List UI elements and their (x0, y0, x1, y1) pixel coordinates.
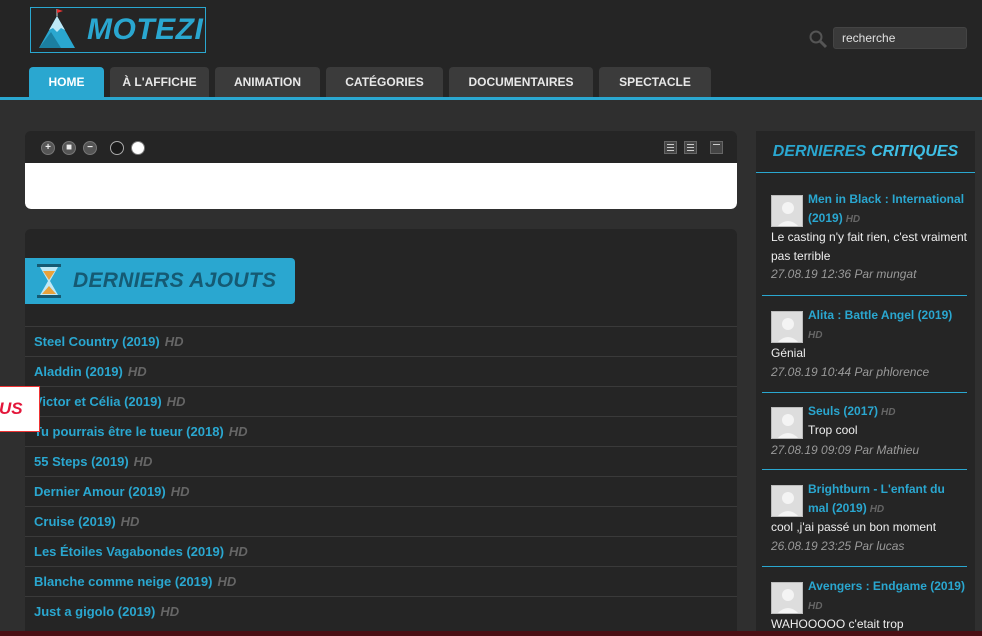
contrast-light-icon[interactable] (131, 141, 145, 155)
list-item[interactable]: Victor et Célia (2019) HD (25, 386, 737, 416)
side-tab-label: US (0, 399, 23, 418)
site-logo[interactable]: MOTEZI (30, 7, 206, 53)
latest-additions-header: DERNIERS AJOUTS (25, 258, 295, 304)
review-meta: 26.08.19 23:25 Par lucas (771, 539, 905, 553)
nav-tab-animation[interactable]: ANIMATION (215, 67, 320, 97)
bottom-strip (0, 631, 982, 636)
mountain-logo-icon (39, 9, 75, 48)
review-title[interactable]: Avengers : Endgame (2019) HD (808, 577, 968, 616)
review-title[interactable]: Brightburn - L'enfant du mal (2019) HD (808, 480, 968, 519)
avatar (771, 195, 803, 227)
review-item: Alita : Battle Angel (2019) HD Génial 27.… (762, 296, 967, 393)
avatar (771, 311, 803, 343)
review-item: Brightburn - L'enfant du mal (2019) HD co… (762, 470, 967, 567)
list-item[interactable]: Aladdin (2019) HD (25, 356, 737, 386)
site-name: MOTEZI (87, 13, 204, 46)
stop-icon[interactable]: ■ (62, 141, 76, 155)
review-title[interactable]: Men in Black : International (2019) HD (808, 190, 968, 229)
list-item[interactable]: Cruise (2019) HD (25, 506, 737, 536)
minus-icon[interactable]: − (83, 141, 97, 155)
review-text: cool ,j'ai passé un bon moment (771, 520, 937, 534)
player-panel: + ■ − (25, 131, 737, 209)
plus-icon[interactable]: + (41, 141, 55, 155)
list-item[interactable]: Just a gigolo (2019) HD (25, 596, 737, 626)
review-title[interactable]: Alita : Battle Angel (2019) HD (808, 306, 968, 345)
nav-tab-spectacle[interactable]: SPECTACLE (599, 67, 711, 97)
review-item: Avengers : Endgame (2019) HD WAHOOOOO c'e… (762, 567, 967, 636)
list-item[interactable]: Les Étoiles Vagabondes (2019) HD (25, 536, 737, 566)
list-item[interactable]: Blanche comme neige (2019) HD (25, 566, 737, 596)
latest-additions-list: Steel Country (2019) HD Aladdin (2019) HD … (25, 326, 737, 626)
review-meta: 27.08.19 12:36 Par mungat (771, 267, 917, 281)
review-text: Trop cool (808, 423, 858, 437)
expand-icon[interactable] (710, 141, 723, 154)
list-item[interactable]: Dernier Amour (2019) HD (25, 476, 737, 506)
list-view-icon[interactable] (664, 141, 677, 154)
avatar (771, 407, 803, 439)
avatar (771, 582, 803, 614)
search-icon[interactable] (808, 29, 828, 49)
latest-additions-title: DERNIERS AJOUTS (73, 269, 277, 292)
list-item[interactable]: Steel Country (2019) HD (25, 326, 737, 356)
review-meta: 27.08.19 10:44 Par phlorence (771, 365, 930, 379)
avatar (771, 485, 803, 517)
review-text: Le casting n'y fait rien, c'est vraiment… (771, 230, 968, 263)
latest-additions-panel: DERNIERS AJOUTS Steel Country (2019) HD A… (25, 229, 737, 636)
review-meta: 27.08.19 09:09 Par Mathieu (771, 443, 920, 457)
player-toolbar: + ■ − (25, 131, 737, 163)
floating-side-tab[interactable]: US (0, 386, 40, 432)
nav-tab-documentaires[interactable]: DOCUMENTAIRES (449, 67, 593, 97)
contrast-dark-icon[interactable] (110, 141, 124, 155)
site-header: MOTEZI HOME À L'AFFICHE ANIMATION CATÉGO… (0, 0, 982, 100)
nav-tab-home[interactable]: HOME (29, 67, 104, 97)
hourglass-icon (37, 264, 61, 298)
nav-tab-categories[interactable]: CATÉGORIES (326, 67, 443, 97)
review-title[interactable]: Seuls (2017) HD (808, 402, 968, 422)
list-item[interactable]: Tu pourrais être le tueur (2018) HD (25, 416, 737, 446)
review-text: Génial (771, 346, 806, 360)
text-view-icon[interactable] (684, 141, 697, 154)
main-nav: HOME À L'AFFICHE ANIMATION CATÉGORIES DO… (29, 67, 711, 97)
latest-reviews-sidebar: DERNIERES CRITIQUES Men in Black : Inter… (756, 131, 975, 636)
search-input[interactable] (833, 27, 967, 49)
review-item: Seuls (2017) HD Trop cool 27.08.19 09:09 … (762, 393, 967, 470)
list-item[interactable]: 55 Steps (2019) HD (25, 446, 737, 476)
player-screen[interactable] (25, 163, 737, 209)
nav-tab-a-laffiche[interactable]: À L'AFFICHE (110, 67, 209, 97)
review-item: Men in Black : International (2019) HD Le… (762, 185, 967, 296)
latest-reviews-title: DERNIERES CRITIQUES (756, 131, 975, 173)
